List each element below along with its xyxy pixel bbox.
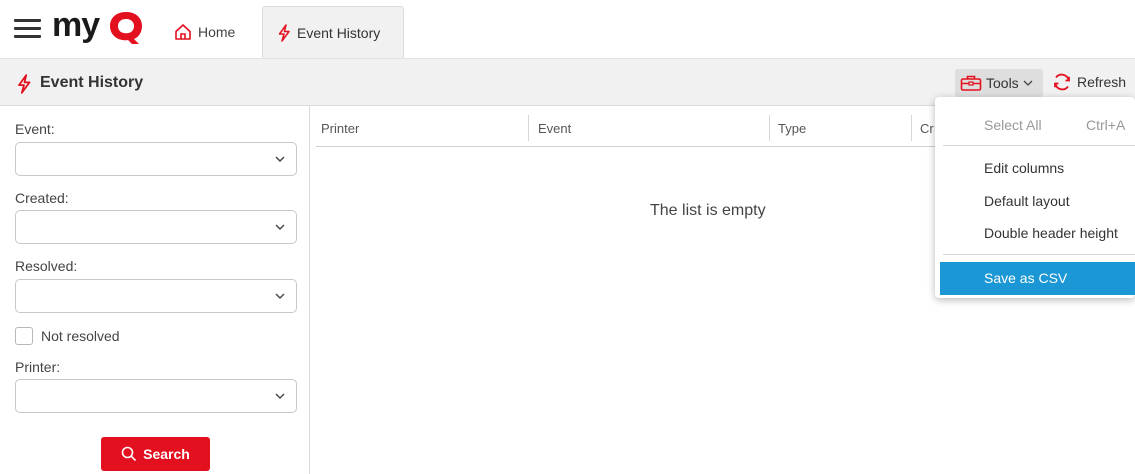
myq-logo[interactable]: my [52, 6, 148, 46]
menu-item-double-header-height[interactable]: Double header height [935, 225, 1135, 241]
bolt-icon [278, 23, 290, 42]
search-button-label: Search [143, 446, 190, 462]
printer-select[interactable] [15, 379, 297, 413]
column-header-event[interactable]: Event [538, 121, 571, 136]
event-filter-label: Event: [15, 121, 55, 137]
page-title: Event History [40, 74, 144, 91]
printer-filter-label: Printer: [15, 359, 61, 375]
refresh-button-label: Refresh [1077, 74, 1127, 90]
tab-home[interactable]: Home [166, 6, 258, 58]
tab-event-history-label: Event History [297, 24, 381, 41]
search-icon [121, 446, 137, 462]
column-divider[interactable] [769, 115, 770, 141]
hamburger-menu-icon[interactable] [14, 19, 41, 39]
column-header-type[interactable]: Type [778, 121, 806, 136]
chevron-down-icon [275, 393, 285, 399]
menu-item-edit-columns[interactable]: Edit columns [935, 160, 1135, 176]
filter-panel: Event: Created: Resolved: Not resolved P… [0, 106, 310, 474]
search-button[interactable]: Search [101, 437, 210, 471]
top-bar: my Home Event History [0, 0, 1135, 58]
menu-item-select-all[interactable]: Select All Ctrl+A [935, 117, 1135, 133]
svg-text:my: my [52, 6, 100, 44]
resolved-filter-label: Resolved: [15, 258, 78, 274]
refresh-icon [1054, 73, 1070, 91]
home-icon [175, 24, 191, 40]
tools-dropdown-menu: Select All Ctrl+A Edit columns Default l… [935, 97, 1135, 298]
tools-button-label: Tools [986, 75, 1019, 91]
chevron-down-icon [275, 293, 285, 299]
tools-button[interactable]: Tools [955, 69, 1043, 97]
column-header-printer[interactable]: Printer [321, 121, 359, 136]
column-header-created[interactable]: Cr [920, 121, 934, 136]
created-select[interactable] [15, 210, 297, 244]
menu-item-shortcut: Ctrl+A [1086, 117, 1126, 133]
created-filter-label: Created: [15, 190, 69, 206]
column-divider[interactable] [911, 115, 912, 141]
not-resolved-checkbox[interactable] [15, 327, 33, 345]
not-resolved-label[interactable]: Not resolved [41, 328, 120, 344]
chevron-down-icon [275, 224, 285, 230]
empty-list-message: The list is empty [650, 202, 766, 219]
menu-item-label: Select All [984, 117, 1042, 133]
tab-home-label: Home [198, 24, 236, 40]
tab-event-history[interactable]: Event History [262, 6, 404, 58]
menu-item-default-layout[interactable]: Default layout [935, 193, 1135, 209]
menu-divider [943, 145, 1135, 146]
menu-divider [943, 254, 1135, 255]
menu-item-save-as-csv[interactable]: Save as CSV [940, 262, 1135, 295]
toolbox-icon [960, 75, 982, 91]
chevron-down-icon [275, 156, 285, 162]
resolved-select[interactable] [15, 279, 297, 313]
column-divider[interactable] [528, 115, 529, 141]
event-select[interactable] [15, 142, 297, 176]
bolt-icon [18, 74, 31, 94]
chevron-down-icon [1023, 80, 1033, 86]
refresh-button[interactable]: Refresh [1052, 72, 1126, 92]
